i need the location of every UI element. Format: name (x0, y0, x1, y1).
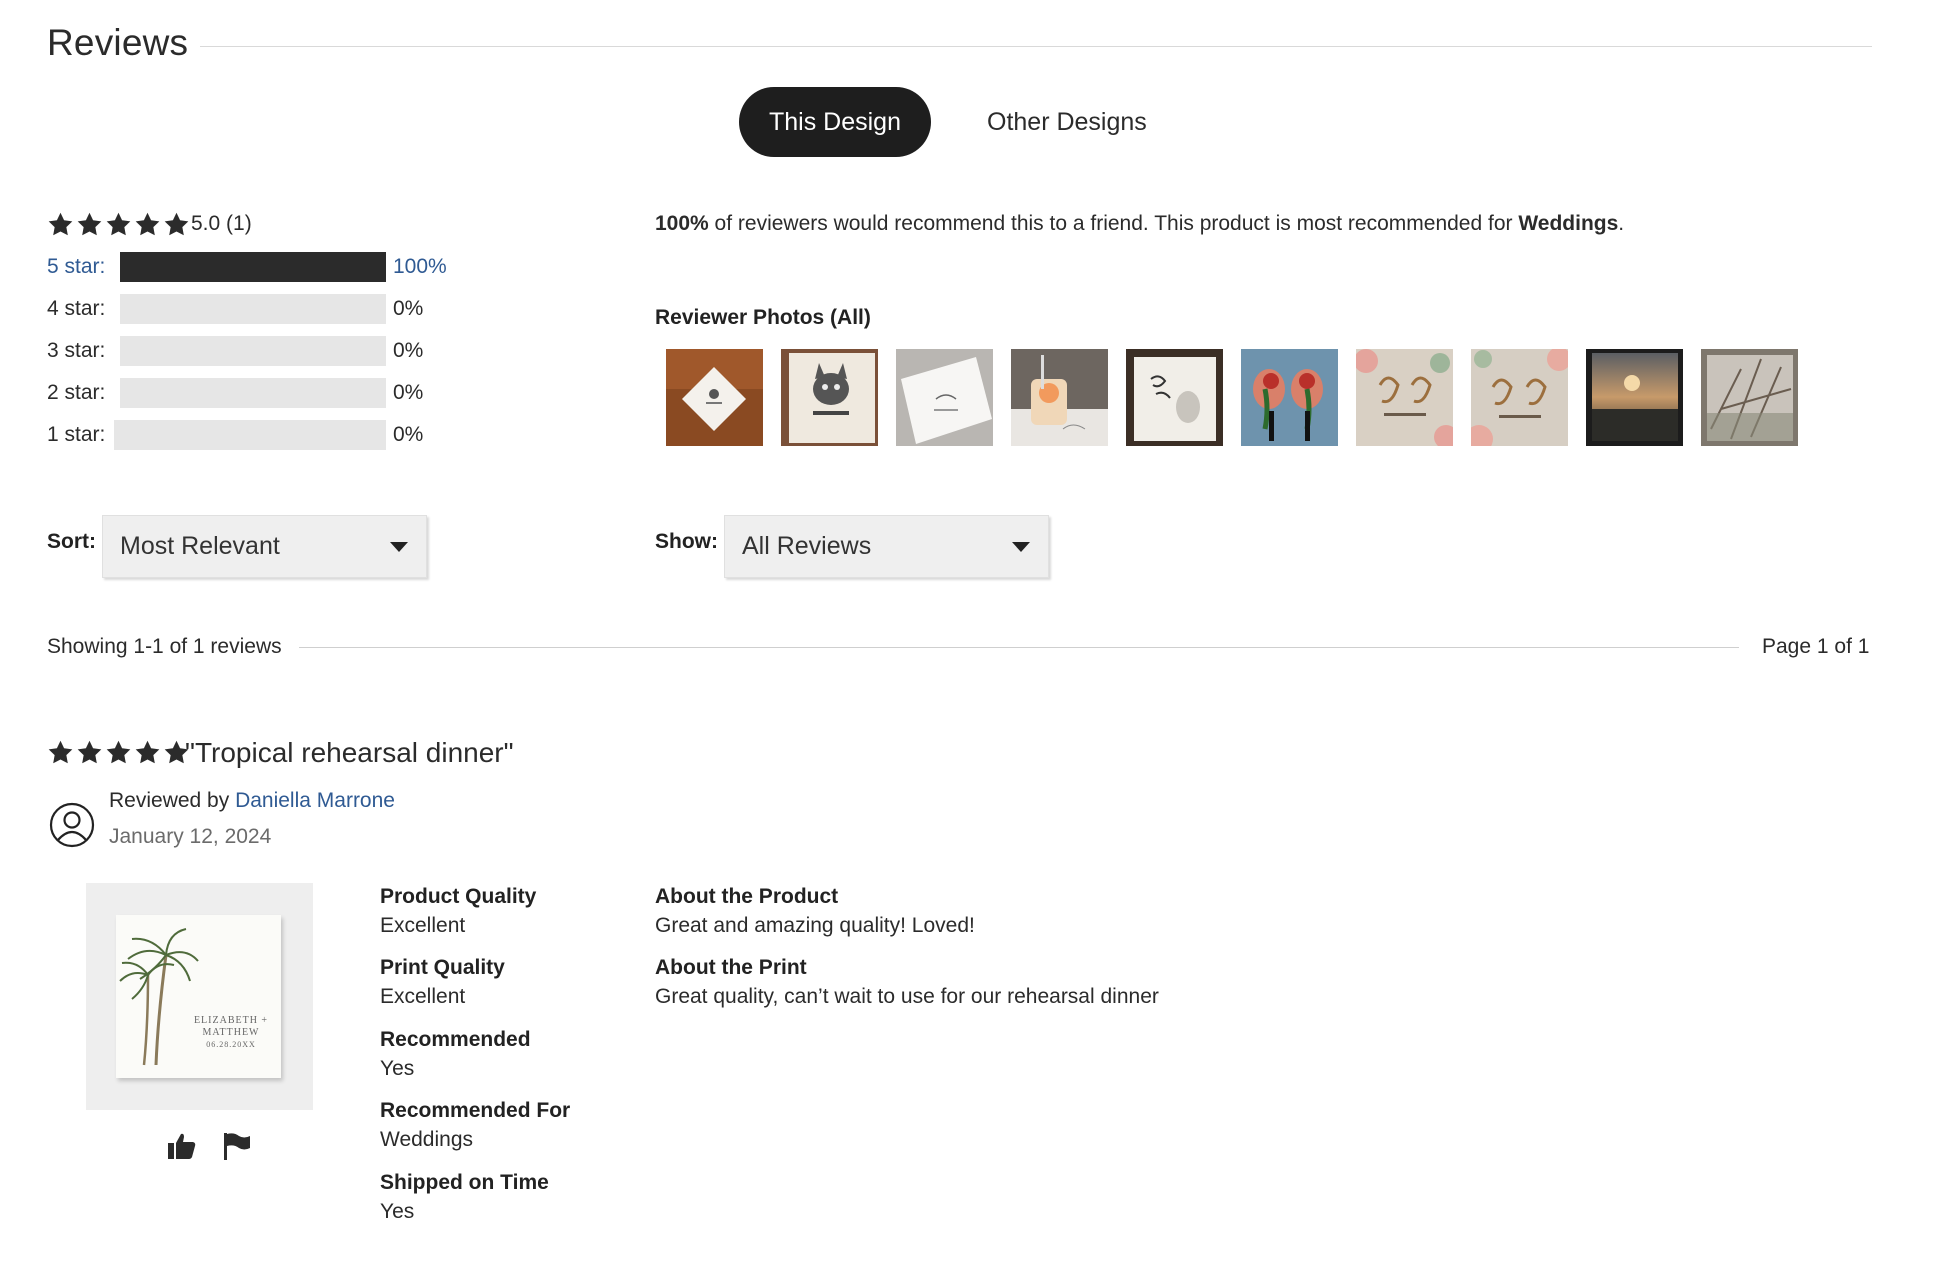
reviewer-photo-6[interactable] (1241, 349, 1338, 446)
attribute-label: Recommended (380, 1028, 531, 1051)
reviewer-photo-10[interactable] (1701, 349, 1798, 446)
reviewer-photo-3[interactable] (896, 349, 993, 446)
rating-bar (120, 378, 386, 408)
reviewer-photo-4[interactable] (1011, 349, 1108, 446)
napkin-product: ELIZABETH + MATTHEW 06.28.20XX (116, 915, 281, 1078)
star-icon (48, 212, 73, 236)
rating-row-percent: 0% (393, 423, 424, 446)
rating-row-1: 1 star: 0% (47, 420, 467, 450)
reviewer-photos-title[interactable]: Reviewer Photos (All) (655, 306, 871, 330)
header-divider (200, 46, 1872, 47)
summary-rating-stars (47, 211, 190, 238)
show-select[interactable]: All Reviews (724, 515, 1049, 578)
rating-row-percent: 0% (393, 339, 424, 362)
rating-row-3: 3 star: 0% (47, 336, 467, 366)
reviewed-by: Reviewed by Daniella Marrone (109, 789, 395, 813)
star-icon (135, 740, 160, 764)
rating-row-5[interactable]: 5 star: 100% (47, 252, 467, 282)
tab-this-design[interactable]: This Design (739, 87, 931, 157)
reviewed-product-image[interactable]: ELIZABETH + MATTHEW 06.28.20XX (86, 883, 313, 1110)
reviewer-photo-9[interactable] (1586, 349, 1683, 446)
rating-row-4: 4 star: 0% (47, 294, 467, 324)
rating-row-2: 2 star: 0% (47, 378, 467, 408)
attribute-value: Yes (380, 1200, 415, 1223)
napkin-text: ELIZABETH + MATTHEW 06.28.20XX (186, 1015, 276, 1051)
attribute-label: Print Quality (380, 956, 505, 979)
caret-down-icon (390, 542, 408, 552)
star-icon (106, 212, 131, 236)
about-print-text: Great quality, can’t wait to use for our… (655, 985, 1159, 1008)
rating-row-label[interactable]: 5 star: (47, 252, 105, 282)
recommend-occasion: Weddings (1518, 212, 1619, 235)
napkin-text-line: ELIZABETH + (193, 1015, 269, 1026)
reviewer-photo-1[interactable] (666, 349, 763, 446)
review-title: "Tropical rehearsal dinner" (185, 737, 514, 768)
flag-icon[interactable] (222, 1131, 252, 1161)
tab-other-designs[interactable]: Other Designs (957, 87, 1177, 157)
recommend-middle: of reviewers would recommend this to a f… (708, 212, 1519, 235)
reviewer-photo-8[interactable] (1471, 349, 1568, 446)
star-icon (77, 212, 102, 236)
rating-bar (120, 252, 386, 282)
show-select-value: All Reviews (742, 532, 872, 560)
attribute-label: Product Quality (380, 885, 537, 908)
recommend-percent: 100% (655, 212, 709, 235)
pagination-status: Page 1 of 1 (1762, 635, 1870, 658)
star-icon (135, 212, 160, 236)
attribute-value: Excellent (380, 914, 466, 937)
showing-count: Showing 1-1 of 1 reviews (47, 635, 282, 658)
about-print-label: About the Print (655, 956, 807, 979)
page-title: Reviews (47, 22, 189, 63)
reviewer-name-link[interactable]: Daniella Marrone (235, 789, 395, 812)
sort-select[interactable]: Most Relevant (102, 515, 427, 578)
recommend-end: . (1618, 212, 1625, 235)
about-product-label: About the Product (655, 885, 839, 908)
napkin-text-line: 06.28.20XX (206, 1040, 256, 1049)
star-icon (164, 212, 189, 236)
reviewer-photo-2[interactable] (781, 349, 878, 446)
rating-row-percent[interactable]: 100% (393, 252, 447, 282)
rating-row-percent: 0% (393, 381, 424, 404)
user-avatar-icon (49, 802, 95, 848)
rating-row-label: 1 star: (47, 423, 106, 446)
rating-bar (120, 294, 386, 324)
summary-score: 5.0 (1) (191, 212, 252, 235)
attribute-label: Shipped on Time (380, 1171, 549, 1194)
about-product-text: Great and amazing quality! Loved! (655, 914, 975, 937)
rating-row-label: 4 star: (47, 297, 106, 320)
attribute-value: Excellent (380, 985, 466, 1008)
rating-bar (114, 420, 386, 450)
attribute-value: Weddings (380, 1128, 474, 1151)
attribute-value: Yes (380, 1057, 415, 1080)
rating-row-label: 3 star: (47, 339, 106, 362)
thumbs-up-icon[interactable] (167, 1131, 197, 1161)
review-date: January 12, 2024 (109, 825, 272, 848)
rating-bar (120, 336, 386, 366)
reviewer-photo-5[interactable] (1126, 349, 1223, 446)
reviewed-by-prefix: Reviewed by (109, 789, 236, 812)
star-icon (106, 740, 131, 764)
showing-divider (299, 647, 1739, 648)
show-label: Show: (655, 530, 718, 553)
attribute-label: Recommended For (380, 1099, 571, 1122)
star-icon (77, 740, 102, 764)
recommend-summary: 100% of reviewers would recommend this t… (655, 212, 1624, 236)
napkin-text-line: MATTHEW (202, 1027, 260, 1038)
rating-row-label: 2 star: (47, 381, 106, 404)
sort-label: Sort: (47, 530, 96, 553)
star-icon (48, 740, 73, 764)
review-rating-stars (47, 739, 190, 766)
rating-bar-fill (120, 252, 386, 282)
caret-down-icon (1012, 542, 1030, 552)
sort-select-value: Most Relevant (120, 532, 280, 560)
rating-row-percent: 0% (393, 297, 424, 320)
reviewer-photo-7[interactable] (1356, 349, 1453, 446)
